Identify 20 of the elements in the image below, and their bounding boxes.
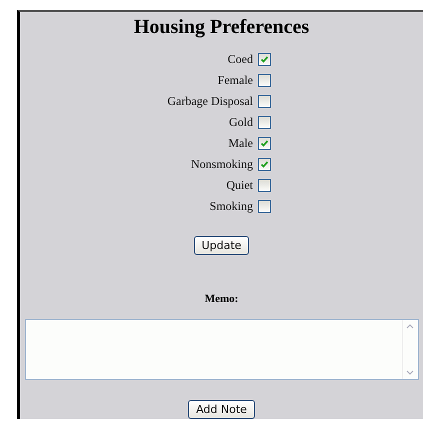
checkbox[interactable] [258, 200, 271, 213]
checkbox[interactable] [258, 74, 271, 87]
checkbox[interactable] [258, 95, 271, 108]
checkbox-label: Gold [228, 115, 254, 130]
checkbox-label: Coed [226, 52, 254, 67]
checkbox[interactable] [258, 179, 271, 192]
checkbox-label: Smoking [208, 199, 254, 214]
checkbox-label: Quiet [225, 178, 254, 193]
memo-label: Memo: [204, 293, 238, 305]
add-note-button[interactable]: Add Note [188, 400, 255, 419]
checkbox-label: Nonsmoking [190, 157, 254, 172]
checkbox[interactable] [258, 158, 271, 171]
checkbox[interactable] [258, 53, 271, 66]
checkbox[interactable] [258, 137, 271, 150]
page-title: Housing Preferences [134, 16, 310, 39]
update-button[interactable]: Update [194, 236, 250, 255]
checkbox-label: Male [227, 136, 254, 151]
checkbox-label: Female [216, 73, 254, 88]
checkbox-label: Garbage Disposal [166, 94, 254, 109]
checkbox[interactable] [258, 116, 271, 129]
